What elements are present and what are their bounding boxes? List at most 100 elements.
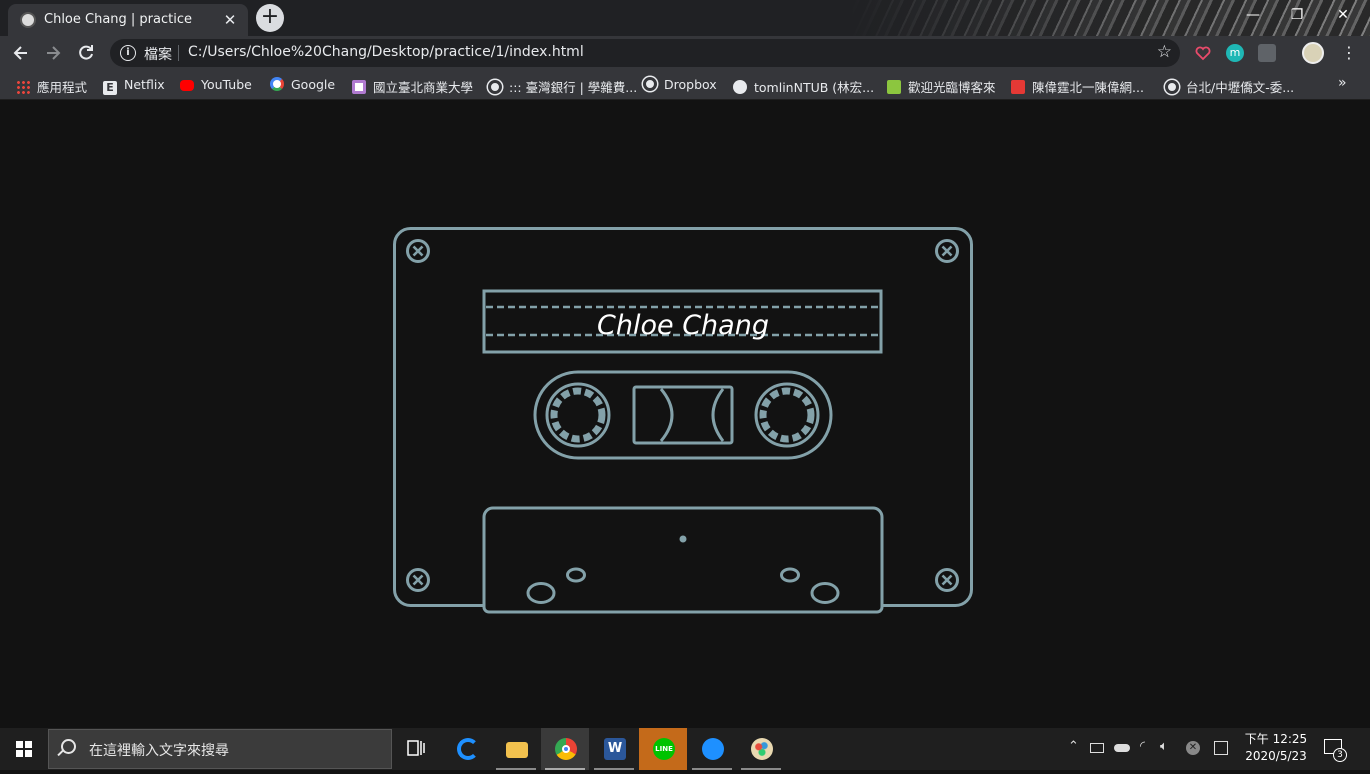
taskbar-word[interactable]: W — [590, 728, 638, 770]
taskbar-search-placeholder: 在這裡輸入文字來搜尋 — [89, 743, 229, 759]
bookmark-netflix[interactable]: E Netflix — [103, 77, 165, 95]
volume-icon[interactable]: 🔈︎ — [1160, 739, 1168, 754]
taskbar-search-box[interactable]: 在這裡輸入文字來搜尋 — [48, 729, 392, 769]
globe-icon — [1165, 80, 1179, 94]
tape-head-area — [482, 506, 884, 614]
address-separator — [178, 45, 179, 61]
taskbar-clock[interactable]: 下午 12:25 2020/5/23 — [1236, 731, 1316, 765]
bookmarks-bar: 應用程式 E Netflix YouTube Google 國立臺北商業大學 ::… — [0, 70, 1370, 100]
tape-curve — [711, 388, 725, 442]
profile-avatar[interactable] — [1302, 42, 1324, 64]
bookmark-ntub[interactable]: 國立臺北商業大學 — [352, 77, 473, 95]
taskbar-blue-app[interactable] — [688, 728, 736, 770]
left-reel — [545, 382, 611, 448]
address-url[interactable]: C:/Users/Chloe%20Chang/Desktop/practice/… — [188, 44, 584, 60]
bookmark-google[interactable]: Google — [270, 77, 335, 95]
browser-toolbar: i 檔案 C:/Users/Chloe%20Chang/Desktop/prac… — [0, 36, 1370, 70]
tab-close-icon[interactable]: ✕ — [220, 10, 240, 30]
apps-grid-icon — [16, 80, 30, 94]
bookmark-github[interactable]: tomlinNTUB (林宏... — [733, 77, 874, 95]
word-icon: W — [604, 738, 626, 760]
bookmark-label: YouTube — [201, 77, 252, 92]
browser-menu-icon[interactable]: ⋮ — [1336, 40, 1362, 66]
bookmark-label: ::: 臺灣銀行 | 學雜費... — [509, 80, 638, 95]
back-arrow-icon — [13, 46, 27, 60]
paint-icon — [751, 738, 773, 760]
bookmark-bank[interactable]: ::: 臺灣銀行 | 學雜費... — [488, 77, 637, 95]
bookmark-label: Netflix — [124, 77, 165, 92]
chrome-center — [562, 745, 570, 753]
cassette-tape: Chloe Chang — [393, 227, 973, 614]
google-icon — [270, 77, 284, 91]
red-square-icon — [1011, 80, 1025, 94]
start-button[interactable] — [16, 741, 32, 757]
taskbar-line[interactable]: LINE — [639, 728, 687, 770]
bookmarks-overflow-icon[interactable]: » — [1338, 75, 1347, 93]
bookmark-label: tomlinNTUB (林宏... — [754, 80, 875, 95]
input-method-icon[interactable] — [1214, 741, 1228, 755]
bookmark-apps[interactable]: 應用程式 — [16, 77, 87, 95]
browser-tab[interactable]: Chloe Chang | practice ✕ — [8, 4, 248, 36]
bookmark-star-icon[interactable]: ☆ — [1157, 42, 1172, 62]
bookmark-label: Dropbox — [664, 77, 717, 92]
cassette-label-text: Chloe Chang — [597, 310, 769, 341]
forward-button[interactable] — [40, 40, 66, 66]
globe-icon — [643, 77, 657, 91]
line-icon: LINE — [653, 738, 675, 760]
window-close-button[interactable]: ✕ — [1328, 4, 1358, 26]
bookmark-label: Google — [291, 77, 336, 92]
bookmark-books[interactable]: 歡迎光臨博客來 — [887, 77, 996, 95]
screw-icon — [406, 568, 430, 592]
onedrive-cloud-icon[interactable] — [1114, 744, 1130, 752]
reload-button[interactable] — [73, 40, 99, 66]
youtube-icon — [180, 80, 194, 91]
screw-icon — [406, 239, 430, 263]
new-tab-button[interactable]: + — [256, 4, 284, 32]
tape-head-dot — [679, 535, 687, 543]
folder-icon — [506, 742, 528, 758]
right-reel — [754, 382, 820, 448]
search-icon — [61, 739, 76, 754]
bookmark-label: 陳偉霆北一陳偉網... — [1032, 80, 1144, 95]
screw-icon — [935, 568, 959, 592]
restore-button[interactable]: ❐ — [1282, 4, 1312, 26]
bookmark-label: 歡迎光臨博客來 — [908, 80, 996, 95]
wifi-icon[interactable]: ◜ — [1140, 739, 1145, 754]
address-bar[interactable]: i 檔案 C:/Users/Chloe%20Chang/Desktop/prac… — [110, 39, 1180, 67]
bookmark-taipei[interactable]: 台北/中壢僑文-委... — [1165, 77, 1294, 95]
back-button[interactable] — [8, 40, 34, 66]
notification-count-badge: 3 — [1333, 748, 1347, 762]
tab-favicon-icon — [20, 12, 36, 28]
m-extension-icon[interactable]: m — [1226, 44, 1244, 62]
netflix-icon: E — [103, 81, 117, 95]
extension-puzzle-icon[interactable] — [1258, 44, 1276, 62]
taskbar-edge[interactable] — [443, 728, 491, 770]
clock-time: 下午 12:25 — [1244, 732, 1308, 746]
bookmark-youtube[interactable]: YouTube — [180, 77, 252, 95]
bookmark-label: 台北/中壢僑文-委... — [1186, 80, 1295, 95]
bookmark-label: 應用程式 — [37, 80, 88, 95]
taskbar-paint[interactable] — [737, 728, 785, 770]
tape-curve — [659, 388, 674, 442]
reload-icon — [79, 45, 93, 60]
taskbar-file-explorer[interactable] — [492, 728, 540, 770]
tab-strip: Chloe Chang | practice ✕ + — ❐ ✕ — [0, 0, 1370, 36]
status-x-icon[interactable]: ✕ — [1186, 741, 1200, 755]
edge-icon — [457, 738, 479, 760]
minimize-button[interactable]: — — [1238, 4, 1268, 26]
taskbar-chrome[interactable] — [541, 728, 589, 770]
bookstore-icon — [887, 80, 901, 94]
school-icon — [352, 80, 366, 94]
site-info-icon[interactable]: i — [120, 45, 136, 61]
show-hidden-icons-icon[interactable]: ⌃ — [1068, 739, 1079, 754]
bookmark-dropbox[interactable]: Dropbox — [643, 77, 717, 95]
github-icon — [733, 80, 747, 94]
app-blue-icon — [702, 738, 724, 760]
page-content: Chloe Chang — [0, 101, 1370, 728]
clock-date: 2020/5/23 — [1245, 749, 1307, 763]
bookmark-red[interactable]: 陳偉霆北一陳偉網... — [1011, 77, 1144, 95]
heart-extension-icon[interactable] — [1194, 44, 1212, 62]
battery-icon[interactable] — [1090, 743, 1104, 753]
forward-arrow-icon — [47, 46, 61, 60]
task-view-button[interactable] — [392, 728, 440, 770]
